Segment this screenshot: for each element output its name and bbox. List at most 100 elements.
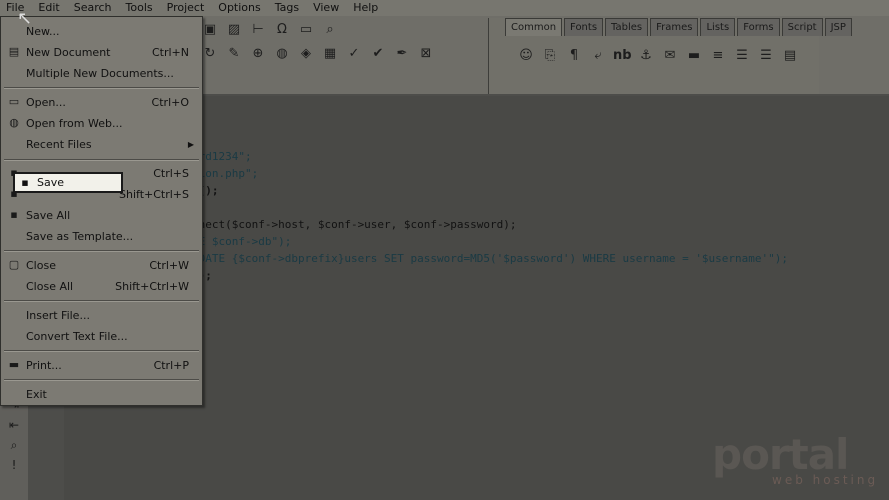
tab-fonts[interactable]: Fonts: [564, 18, 604, 36]
menu-item-close[interactable]: ▢ Close Ctrl+W: [1, 255, 202, 275]
tag-tab-icons: ☺ ⎘ ¶ ⤶ nb ⚓ ✉ ▬ ≡ ☰ ☰ ▤: [489, 36, 819, 66]
picture-icon[interactable]: ▦: [320, 44, 340, 64]
tab-jsp[interactable]: JSP: [824, 18, 852, 36]
find-icon[interactable]: ⌕: [3, 438, 25, 456]
comment-icon[interactable]: ✉: [661, 46, 679, 66]
anchor-icon[interactable]: ⚓: [637, 46, 655, 66]
menu-item-shortcut: Ctrl+S: [153, 166, 189, 180]
bang-icon[interactable]: !: [3, 458, 25, 476]
nbsp-icon[interactable]: nb: [613, 46, 632, 66]
menu-item-label: Save as Template...: [26, 229, 134, 243]
submenu-arrow-icon: ▶: [187, 139, 194, 149]
menu-item-open[interactable]: ▭ Open... Ctrl+O: [1, 92, 202, 112]
menu-item-label: Open from Web...: [26, 116, 123, 130]
menu-item-label: Multiple New Documents...: [26, 66, 174, 80]
menu-item-shortcut: Ctrl+P: [153, 358, 189, 372]
pen-icon[interactable]: ✒: [392, 44, 412, 64]
menu-item-shortcut: Shift+Ctrl+W: [115, 279, 189, 293]
toolbar-row-bottom: ↻ ✎ ⊕ ◍ ◈ ▦ ✓ ✔ ✒ ⊠: [200, 44, 436, 66]
tab-forms[interactable]: Forms: [737, 18, 780, 36]
menu-item-shortcut: Ctrl+W: [149, 258, 189, 272]
file-menu-dropdown: New... ▤ New Document Ctrl+N Multiple Ne…: [0, 16, 203, 406]
tab-tables[interactable]: Tables: [605, 18, 649, 36]
menu-separator: [4, 159, 199, 161]
menu-item-exit[interactable]: Exit: [1, 384, 202, 404]
code-line: nnect($conf->host, $conf->user, $conf->p…: [192, 218, 517, 231]
new-document-icon: ▤: [8, 45, 20, 58]
menu-item-close-all[interactable]: Close All Shift+Ctrl+W: [1, 276, 202, 296]
menu-item-open-from-web[interactable]: ◍ Open from Web...: [1, 113, 202, 133]
tab-common[interactable]: Common: [505, 18, 563, 36]
menu-item-label: Insert File...: [26, 308, 90, 322]
menu-separator: [4, 300, 199, 302]
menu-separator: [4, 379, 199, 381]
break-icon[interactable]: ⤶: [589, 46, 607, 66]
redo-icon[interactable]: ↻: [200, 44, 220, 64]
menu-bar: File Edit Search Tools Project Options T…: [0, 0, 889, 16]
menu-options[interactable]: Options: [212, 0, 268, 16]
outdent-icon[interactable]: ⇤: [3, 418, 25, 436]
save-highlight[interactable]: ▪ Save: [13, 172, 123, 193]
menu-item-save-all[interactable]: ▪ Save All: [1, 205, 202, 225]
menu-search[interactable]: Search: [68, 0, 120, 16]
spellcheck-icon[interactable]: ✓: [344, 44, 364, 64]
code-text: "; ord1234"; tion.php"; g(); nnect($conf…: [192, 114, 788, 284]
zoom-icon[interactable]: ⊕: [248, 44, 268, 64]
layers-icon[interactable]: ◈: [296, 44, 316, 64]
tag-icon[interactable]: ⊢: [248, 20, 268, 40]
align-right-icon[interactable]: ☰: [757, 46, 775, 66]
menu-item-shortcut: Ctrl+N: [151, 45, 189, 59]
tab-lists[interactable]: Lists: [700, 18, 736, 36]
save-all-icon: ▪: [10, 208, 18, 221]
menu-item-multiple-new[interactable]: Multiple New Documents...: [1, 63, 202, 83]
menu-item-label: Open...: [26, 95, 66, 109]
menu-item-label: Close All: [26, 279, 74, 293]
div-icon[interactable]: ▬: [685, 46, 703, 66]
menu-separator: [4, 250, 199, 252]
menu-item-new-document[interactable]: ▤ New Document Ctrl+N: [1, 42, 202, 62]
menu-item-save-template[interactable]: Save as Template...: [1, 226, 202, 246]
menu-tools[interactable]: Tools: [120, 0, 161, 16]
menu-edit[interactable]: Edit: [32, 0, 67, 16]
menu-item-label: Convert Text File...: [26, 329, 128, 343]
window-icon[interactable]: ▣: [200, 20, 220, 40]
tab-script[interactable]: Script: [781, 18, 823, 36]
menu-item-insert-file[interactable]: Insert File...: [1, 305, 202, 325]
hr-icon[interactable]: ≡: [709, 46, 727, 66]
menu-project[interactable]: Project: [161, 0, 213, 16]
menu-item-label: New Document: [26, 45, 111, 59]
tag-tabs: Common Fonts Tables Frames Lists Forms S…: [489, 18, 852, 36]
menu-item-shortcut: Ctrl+O: [151, 95, 189, 109]
image-icon[interactable]: ▨: [224, 20, 244, 40]
menu-item-label: Print...: [26, 358, 62, 372]
close-document-icon: ▢: [8, 258, 20, 271]
save-icon: ▪: [21, 175, 29, 189]
logo-subtext: web hosting: [772, 473, 879, 487]
menu-item-label: Exit: [26, 387, 47, 401]
menu-view[interactable]: View: [307, 0, 347, 16]
align-center-icon[interactable]: ☰: [733, 46, 751, 66]
monitor-icon[interactable]: ▭: [296, 20, 316, 40]
omega-icon[interactable]: Ω: [272, 20, 292, 40]
logo-text: portal: [712, 430, 849, 479]
quickstart-icon[interactable]: ☺: [517, 46, 535, 66]
menu-item-convert-text[interactable]: Convert Text File...: [1, 326, 202, 346]
toolbar-row-top: ▣ ▨ ⊢ Ω ▭ ⌕: [200, 20, 340, 42]
globe-icon[interactable]: ◍: [272, 44, 292, 64]
page-icon[interactable]: ⎘: [541, 46, 559, 66]
menu-tags[interactable]: Tags: [269, 0, 307, 16]
table-icon[interactable]: ▤: [781, 46, 799, 66]
paragraph-icon[interactable]: ¶: [565, 46, 583, 66]
tab-frames[interactable]: Frames: [650, 18, 699, 36]
brush-icon[interactable]: ✎: [224, 44, 244, 64]
transform-icon[interactable]: ⊠: [416, 44, 436, 64]
search-icon[interactable]: ⌕: [320, 20, 340, 40]
menu-help[interactable]: Help: [347, 0, 386, 16]
mouse-pointer-icon: ↖: [17, 8, 33, 29]
portal-logo: portal web hosting: [712, 430, 878, 487]
menu-item-label: Recent Files: [26, 137, 92, 151]
menu-item-shortcut: Shift+Ctrl+S: [119, 187, 189, 201]
menu-item-print[interactable]: ▬ Print... Ctrl+P: [1, 355, 202, 375]
spellcheck-all-icon[interactable]: ✔: [368, 44, 388, 64]
menu-item-recent-files[interactable]: Recent Files ▶: [1, 134, 202, 154]
